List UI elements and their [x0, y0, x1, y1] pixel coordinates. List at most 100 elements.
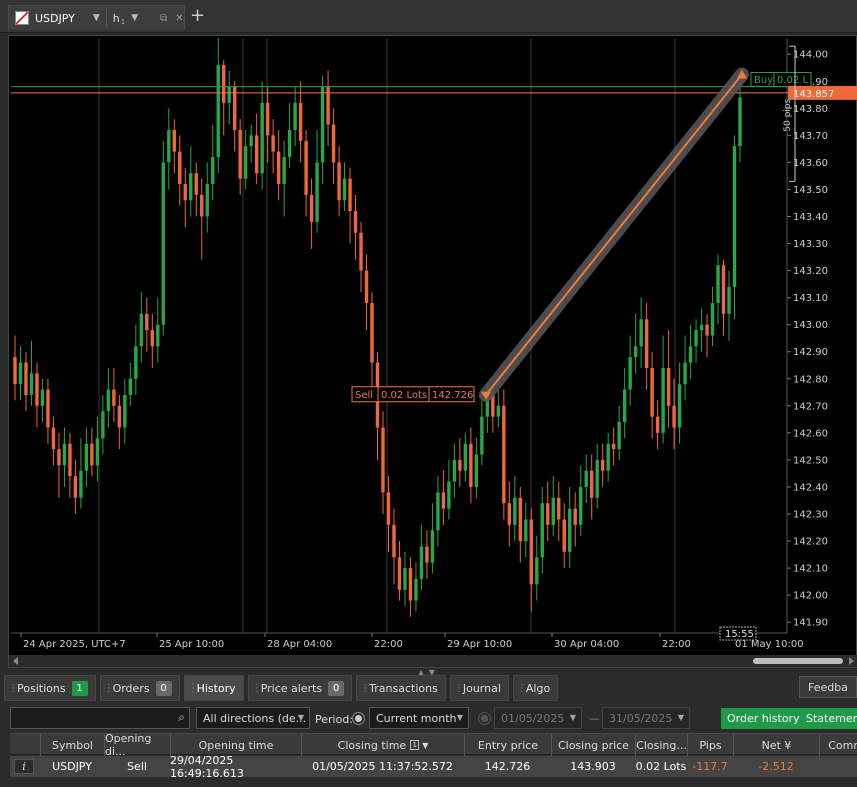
candle-body[interactable]	[661, 367, 665, 433]
candle-body[interactable]	[205, 184, 209, 217]
candle-body[interactable]	[200, 194, 204, 217]
candle-body[interactable]	[721, 265, 726, 314]
close-icon[interactable]: ✕	[175, 13, 183, 24]
candle-body[interactable]	[62, 443, 67, 466]
chart-area[interactable]: 144.00143.90143.80143.70143.60143.50143.…	[8, 35, 857, 668]
period-radio[interactable]	[353, 713, 364, 724]
candle-body[interactable]	[370, 303, 374, 363]
candle-body[interactable]	[716, 265, 720, 304]
candle-body[interactable]	[46, 389, 50, 428]
candle-body[interactable]	[101, 411, 105, 439]
candle-body[interactable]	[546, 503, 550, 525]
candle-body[interactable]	[35, 373, 39, 406]
candle-body[interactable]	[51, 427, 56, 450]
candle-body[interactable]	[397, 557, 402, 590]
tab-history[interactable]: History	[183, 675, 244, 701]
candle-body[interactable]	[381, 427, 385, 493]
candle-body[interactable]	[315, 162, 319, 222]
candle-body[interactable]	[535, 557, 539, 585]
candle-body[interactable]	[524, 519, 528, 542]
col-symbol[interactable]: Symbol	[40, 734, 104, 756]
candle-body[interactable]	[617, 422, 621, 450]
candle-body[interactable]	[145, 313, 149, 331]
col-opening-direction[interactable]: Opening di...	[104, 732, 170, 758]
statement-button[interactable]: Statement	[800, 708, 857, 729]
candle-body[interactable]	[348, 178, 352, 212]
candle-body[interactable]	[386, 492, 391, 525]
candle-body[interactable]	[150, 330, 155, 347]
candle-body[interactable]	[243, 146, 248, 179]
candle-body[interactable]	[18, 362, 23, 385]
candle-body[interactable]	[260, 102, 264, 174]
candle-body[interactable]	[611, 443, 616, 450]
candle-body[interactable]	[29, 373, 34, 395]
candle-body[interactable]	[227, 86, 231, 103]
candle-body[interactable]	[518, 497, 523, 542]
candle-body[interactable]	[628, 357, 632, 390]
candle-body[interactable]	[419, 546, 424, 579]
candle-body[interactable]	[639, 319, 643, 347]
chart-tab-usdjpy[interactable]: USDJPY ▼ h1 ▼ ⧉ ✕	[8, 5, 185, 30]
candle-body[interactable]	[156, 324, 160, 347]
timeframe-label[interactable]: h	[113, 12, 120, 25]
candle-body[interactable]	[342, 178, 347, 201]
tab-positions[interactable]: Positions 1	[4, 675, 96, 701]
candle-body[interactable]	[106, 389, 111, 412]
price-chart[interactable]: 144.00143.90143.80143.70143.60143.50143.…	[9, 36, 857, 669]
candle-body[interactable]	[688, 346, 693, 363]
candle-body[interactable]	[123, 395, 127, 428]
candle-body[interactable]	[513, 497, 517, 525]
candle-body[interactable]	[474, 454, 479, 487]
candle-body[interactable]	[68, 443, 72, 477]
candle-body[interactable]	[425, 546, 429, 563]
candle-body[interactable]	[710, 303, 715, 336]
col-closing-qty[interactable]: Closing...	[635, 734, 687, 756]
date-from-input[interactable]: 01/05/2025 ▼	[494, 707, 582, 729]
info-icon[interactable]: i	[14, 759, 34, 774]
candle-body[interactable]	[666, 367, 671, 406]
candle-body[interactable]	[699, 324, 704, 331]
candle-body[interactable]	[650, 367, 654, 417]
candle-body[interactable]	[287, 129, 292, 157]
candle-body[interactable]	[364, 270, 369, 304]
candle-body[interactable]	[633, 346, 638, 358]
period-select[interactable]: Current month ▼	[369, 707, 469, 729]
col-net[interactable]: Net ¥	[733, 734, 819, 756]
candle-body[interactable]	[211, 157, 215, 185]
candle-body[interactable]	[265, 102, 270, 136]
candle-body[interactable]	[194, 173, 198, 195]
candle-body[interactable]	[727, 286, 731, 314]
candle-body[interactable]	[222, 65, 226, 103]
add-tab-button[interactable]: +	[190, 5, 205, 26]
col-closing-time[interactable]: Closing time 1 ▼	[301, 734, 464, 756]
candle-body[interactable]	[359, 232, 363, 271]
candle-body[interactable]	[57, 449, 61, 466]
candle-body[interactable]	[452, 459, 457, 482]
timeframe-dropdown-icon[interactable]: ▼	[131, 13, 138, 23]
candle-body[interactable]	[540, 503, 544, 558]
candle-body[interactable]	[655, 416, 660, 433]
candle-body[interactable]	[298, 102, 303, 141]
candle-body[interactable]	[502, 405, 506, 504]
candle-body[interactable]	[178, 151, 182, 185]
candle-body[interactable]	[134, 346, 138, 379]
candle-body[interactable]	[172, 129, 176, 152]
candle-body[interactable]	[189, 173, 193, 201]
candle-body[interactable]	[293, 102, 297, 130]
candle-body[interactable]	[436, 492, 440, 531]
candle-body[interactable]	[590, 470, 594, 498]
candle-body[interactable]	[40, 389, 45, 406]
col-entry-price[interactable]: Entry price	[464, 734, 551, 756]
candle-body[interactable]	[249, 135, 253, 147]
feedback-button[interactable]: Feedba	[799, 676, 857, 698]
candle-body[interactable]	[403, 568, 407, 590]
candle-body[interactable]	[24, 362, 28, 395]
candle-body[interactable]	[568, 508, 572, 552]
candle-body[interactable]	[337, 162, 341, 201]
candle-body[interactable]	[304, 140, 308, 195]
candle-body[interactable]	[282, 157, 286, 185]
candle-body[interactable]	[600, 459, 605, 471]
detach-icon[interactable]: ⧉	[160, 13, 167, 24]
candle-body[interactable]	[331, 124, 336, 163]
candle-body[interactable]	[216, 65, 220, 157]
